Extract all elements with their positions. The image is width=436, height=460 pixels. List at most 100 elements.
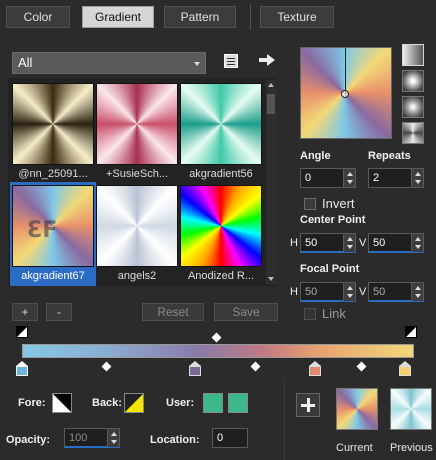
color-stop[interactable] bbox=[189, 361, 201, 376]
gradient-thumb[interactable] bbox=[96, 185, 178, 267]
center-h-spinner[interactable]: 50 bbox=[300, 233, 356, 253]
stepper-arrows[interactable] bbox=[411, 234, 423, 252]
opacity-stop-right[interactable] bbox=[405, 326, 417, 338]
previous-preview[interactable] bbox=[390, 388, 432, 430]
gradient-preview[interactable] bbox=[300, 47, 392, 139]
gradient-bar[interactable] bbox=[22, 344, 414, 358]
remove-gradient-button[interactable]: - bbox=[46, 303, 72, 321]
color-midpoint[interactable] bbox=[250, 361, 261, 372]
opacity-stop-left[interactable] bbox=[16, 326, 28, 338]
center-h-label: H bbox=[290, 237, 298, 249]
link-label: Link bbox=[322, 306, 346, 321]
center-point-handle[interactable] bbox=[341, 90, 349, 98]
gradient-thumb[interactable] bbox=[96, 83, 178, 165]
angle-line bbox=[345, 48, 346, 94]
current-preview bbox=[336, 388, 378, 430]
opacity-spinner[interactable]: 100 bbox=[64, 428, 120, 448]
location-value: 0 bbox=[217, 432, 224, 444]
center-v-value: 50 bbox=[373, 237, 386, 249]
library-icon[interactable] bbox=[224, 54, 238, 68]
reset-button[interactable]: Reset bbox=[142, 303, 204, 321]
gradient-label: akgradient67 bbox=[21, 270, 85, 282]
add-gradient-button[interactable]: + bbox=[12, 303, 38, 321]
opacity-midpoint[interactable] bbox=[211, 332, 222, 343]
angle-value: 0 bbox=[305, 172, 312, 184]
center-point-label: Center Point bbox=[300, 214, 366, 226]
angle-label: Angle bbox=[300, 150, 331, 162]
scroll-thumb[interactable] bbox=[267, 94, 275, 114]
center-v-spinner[interactable]: 50 bbox=[368, 233, 424, 253]
linear-style-button[interactable] bbox=[402, 44, 424, 66]
gradient-label: +SusieSch... bbox=[105, 168, 169, 180]
arrow-right-icon[interactable] bbox=[258, 52, 276, 68]
color-stop[interactable] bbox=[309, 361, 321, 376]
repeats-spinner[interactable]: 2 bbox=[368, 168, 424, 188]
location-label: Location: bbox=[150, 434, 200, 446]
category-value: All bbox=[18, 55, 33, 70]
library-scrollbar[interactable] bbox=[266, 80, 276, 284]
invert-label: Invert bbox=[322, 196, 355, 211]
focal-v-label: V bbox=[359, 286, 367, 298]
opacity-value: 100 bbox=[69, 432, 88, 444]
gradient-thumb[interactable]: ƐF bbox=[12, 185, 94, 267]
color-stop[interactable] bbox=[399, 361, 411, 376]
fore-label: Fore: bbox=[18, 397, 46, 409]
chevron-up-icon[interactable] bbox=[268, 83, 274, 87]
tab-texture[interactable]: Texture bbox=[260, 6, 334, 28]
gradient-thumb[interactable] bbox=[180, 83, 262, 165]
chevron-down-icon[interactable] bbox=[268, 277, 274, 281]
stepper-arrows[interactable] bbox=[411, 283, 423, 301]
chevron-down-icon bbox=[194, 62, 200, 66]
save-button[interactable]: Save bbox=[214, 303, 278, 321]
color-midpoint[interactable] bbox=[356, 361, 367, 372]
invert-checkbox[interactable] bbox=[304, 198, 316, 210]
focal-h-spinner[interactable]: 50 bbox=[300, 282, 356, 302]
preview-watermark: ƐF bbox=[27, 218, 58, 243]
opacity-label: Opacity: bbox=[6, 434, 51, 446]
gradient-thumb[interactable] bbox=[12, 83, 94, 165]
focal-v-value: 50 bbox=[373, 286, 386, 298]
stepper-arrows[interactable] bbox=[343, 169, 355, 187]
link-checkbox[interactable] bbox=[304, 308, 316, 320]
repeats-value: 2 bbox=[373, 172, 380, 184]
rectangular-style-button[interactable] bbox=[402, 70, 424, 92]
divider bbox=[284, 380, 285, 460]
color-midpoint[interactable] bbox=[101, 361, 112, 372]
gradient-label: akgradient56 bbox=[189, 168, 253, 180]
tab-separator bbox=[250, 4, 251, 30]
repeats-label: Repeats bbox=[368, 150, 411, 162]
add-to-library-button[interactable] bbox=[296, 393, 320, 417]
stepper-arrows[interactable] bbox=[343, 234, 355, 252]
tab-pattern[interactable]: Pattern bbox=[164, 6, 236, 28]
sunburst-style-button[interactable] bbox=[402, 96, 424, 118]
center-h-value: 50 bbox=[305, 237, 318, 249]
focal-h-value: 50 bbox=[305, 286, 318, 298]
stepper-arrows[interactable] bbox=[107, 429, 119, 447]
color-stop[interactable] bbox=[16, 361, 28, 376]
radial-style-button[interactable] bbox=[402, 122, 424, 144]
gradient-library: @nn_25091... +SusieSch... akgradient56 Ɛ… bbox=[8, 78, 276, 286]
gradient-label: Anodized R... bbox=[187, 270, 255, 282]
stepper-arrows[interactable] bbox=[343, 283, 355, 301]
gradient-label: angels2 bbox=[117, 270, 157, 282]
focal-h-label: H bbox=[290, 286, 298, 298]
user-swatch-alt[interactable] bbox=[228, 393, 248, 413]
tab-gradient[interactable]: Gradient bbox=[82, 6, 154, 28]
category-dropdown[interactable]: All bbox=[12, 52, 206, 74]
gradient-label: @nn_25091... bbox=[18, 168, 88, 180]
focal-point-label: Focal Point bbox=[300, 263, 360, 275]
user-label: User: bbox=[166, 397, 195, 409]
location-field[interactable]: 0 bbox=[212, 428, 248, 448]
gradient-thumb[interactable] bbox=[180, 185, 262, 267]
stepper-arrows[interactable] bbox=[411, 169, 423, 187]
fore-swatch[interactable] bbox=[52, 393, 72, 413]
back-swatch[interactable] bbox=[124, 393, 144, 413]
previous-label: Previous bbox=[390, 442, 433, 454]
center-v-label: V bbox=[359, 237, 367, 249]
focal-v-spinner[interactable]: 50 bbox=[368, 282, 424, 302]
user-swatch[interactable] bbox=[203, 393, 223, 413]
current-label: Current bbox=[336, 442, 373, 454]
tab-color[interactable]: Color bbox=[6, 6, 70, 28]
angle-spinner[interactable]: 0 bbox=[300, 168, 356, 188]
back-label: Back: bbox=[92, 397, 122, 409]
